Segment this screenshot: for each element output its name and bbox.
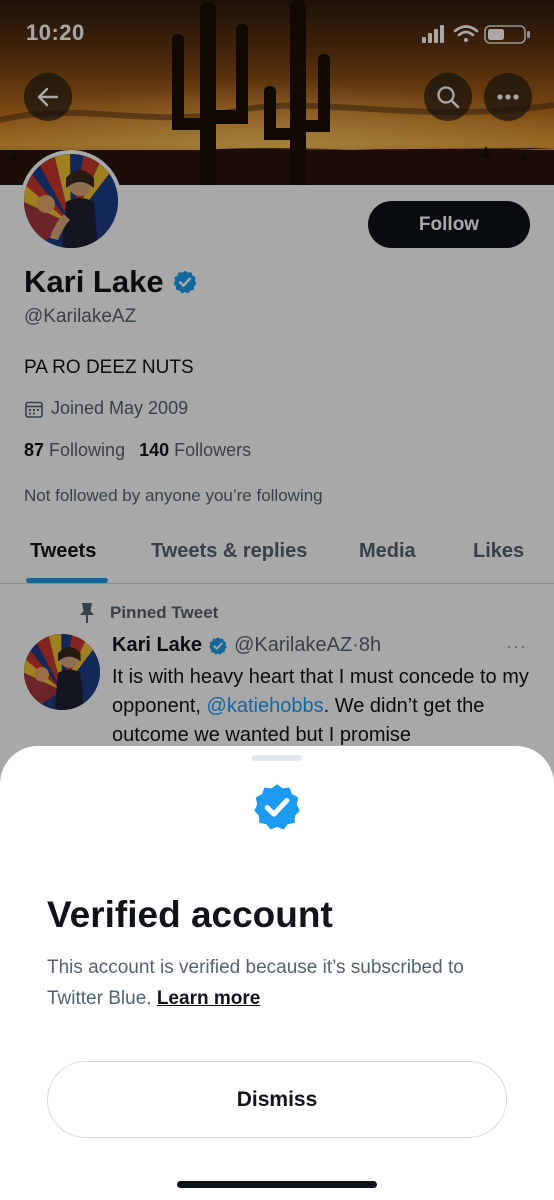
sheet-body: This account is verified because it’s su…: [47, 952, 487, 1014]
sheet-grabber[interactable]: [252, 755, 302, 761]
dismiss-button[interactable]: Dismiss: [47, 1061, 507, 1138]
verified-account-sheet: Verified account This account is verifie…: [0, 746, 554, 1200]
verified-badge-icon: [254, 784, 300, 830]
home-indicator: [177, 1181, 377, 1188]
sheet-title: Verified account: [47, 894, 333, 935]
learn-more-link[interactable]: Learn more: [157, 988, 260, 1009]
